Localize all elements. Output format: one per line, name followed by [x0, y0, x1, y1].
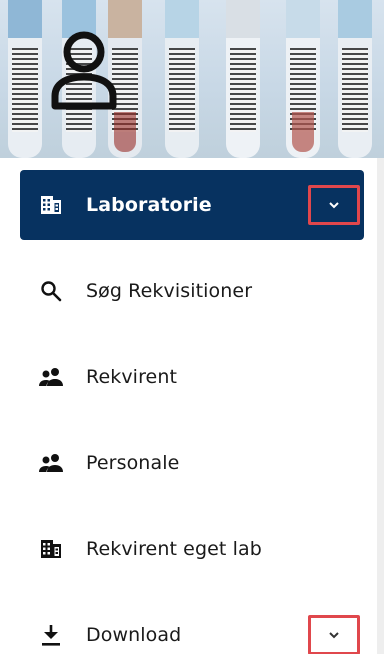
building-icon — [38, 536, 64, 562]
nav-item-laboratorie[interactable]: Laboratorie — [20, 170, 364, 240]
header-photo — [0, 0, 384, 158]
expand-toggle-button[interactable] — [308, 185, 360, 225]
search-icon — [38, 278, 64, 304]
nav-label: Rekvirent — [86, 366, 178, 388]
nav-label: Laboratorie — [86, 194, 212, 216]
test-tube-image — [8, 0, 42, 158]
nav-label: Søg Rekvisitioner — [86, 280, 253, 302]
nav-item-download[interactable]: Download — [20, 600, 364, 654]
test-tube-image — [226, 0, 260, 158]
user-outline-icon[interactable] — [50, 30, 118, 110]
download-icon — [38, 622, 64, 648]
test-tube-image — [286, 0, 320, 158]
expand-toggle-button[interactable] — [308, 615, 360, 654]
nav-label: Personale — [86, 452, 180, 474]
chevron-down-icon — [329, 202, 339, 209]
chevron-down-icon — [329, 632, 339, 639]
test-tube-image — [338, 0, 372, 158]
test-tube-image — [165, 0, 199, 158]
nav-label: Download — [86, 624, 182, 646]
nav-item-personale[interactable]: Personale — [20, 428, 364, 498]
people-icon — [38, 364, 64, 390]
nav-item-rekvirent[interactable]: Rekvirent — [20, 342, 364, 412]
nav-item-sog-rekvisitioner[interactable]: Søg Rekvisitioner — [20, 256, 364, 326]
nav-item-rekvirent-eget-lab[interactable]: Rekvirent eget lab — [20, 514, 364, 584]
building-icon — [38, 192, 64, 218]
people-icon — [38, 450, 64, 476]
nav-label: Rekvirent eget lab — [86, 538, 262, 560]
sidebar-nav: Laboratorie Søg Rekvisitioner Rekvirent — [20, 170, 364, 654]
sidebar-scroll-edge — [377, 158, 384, 654]
